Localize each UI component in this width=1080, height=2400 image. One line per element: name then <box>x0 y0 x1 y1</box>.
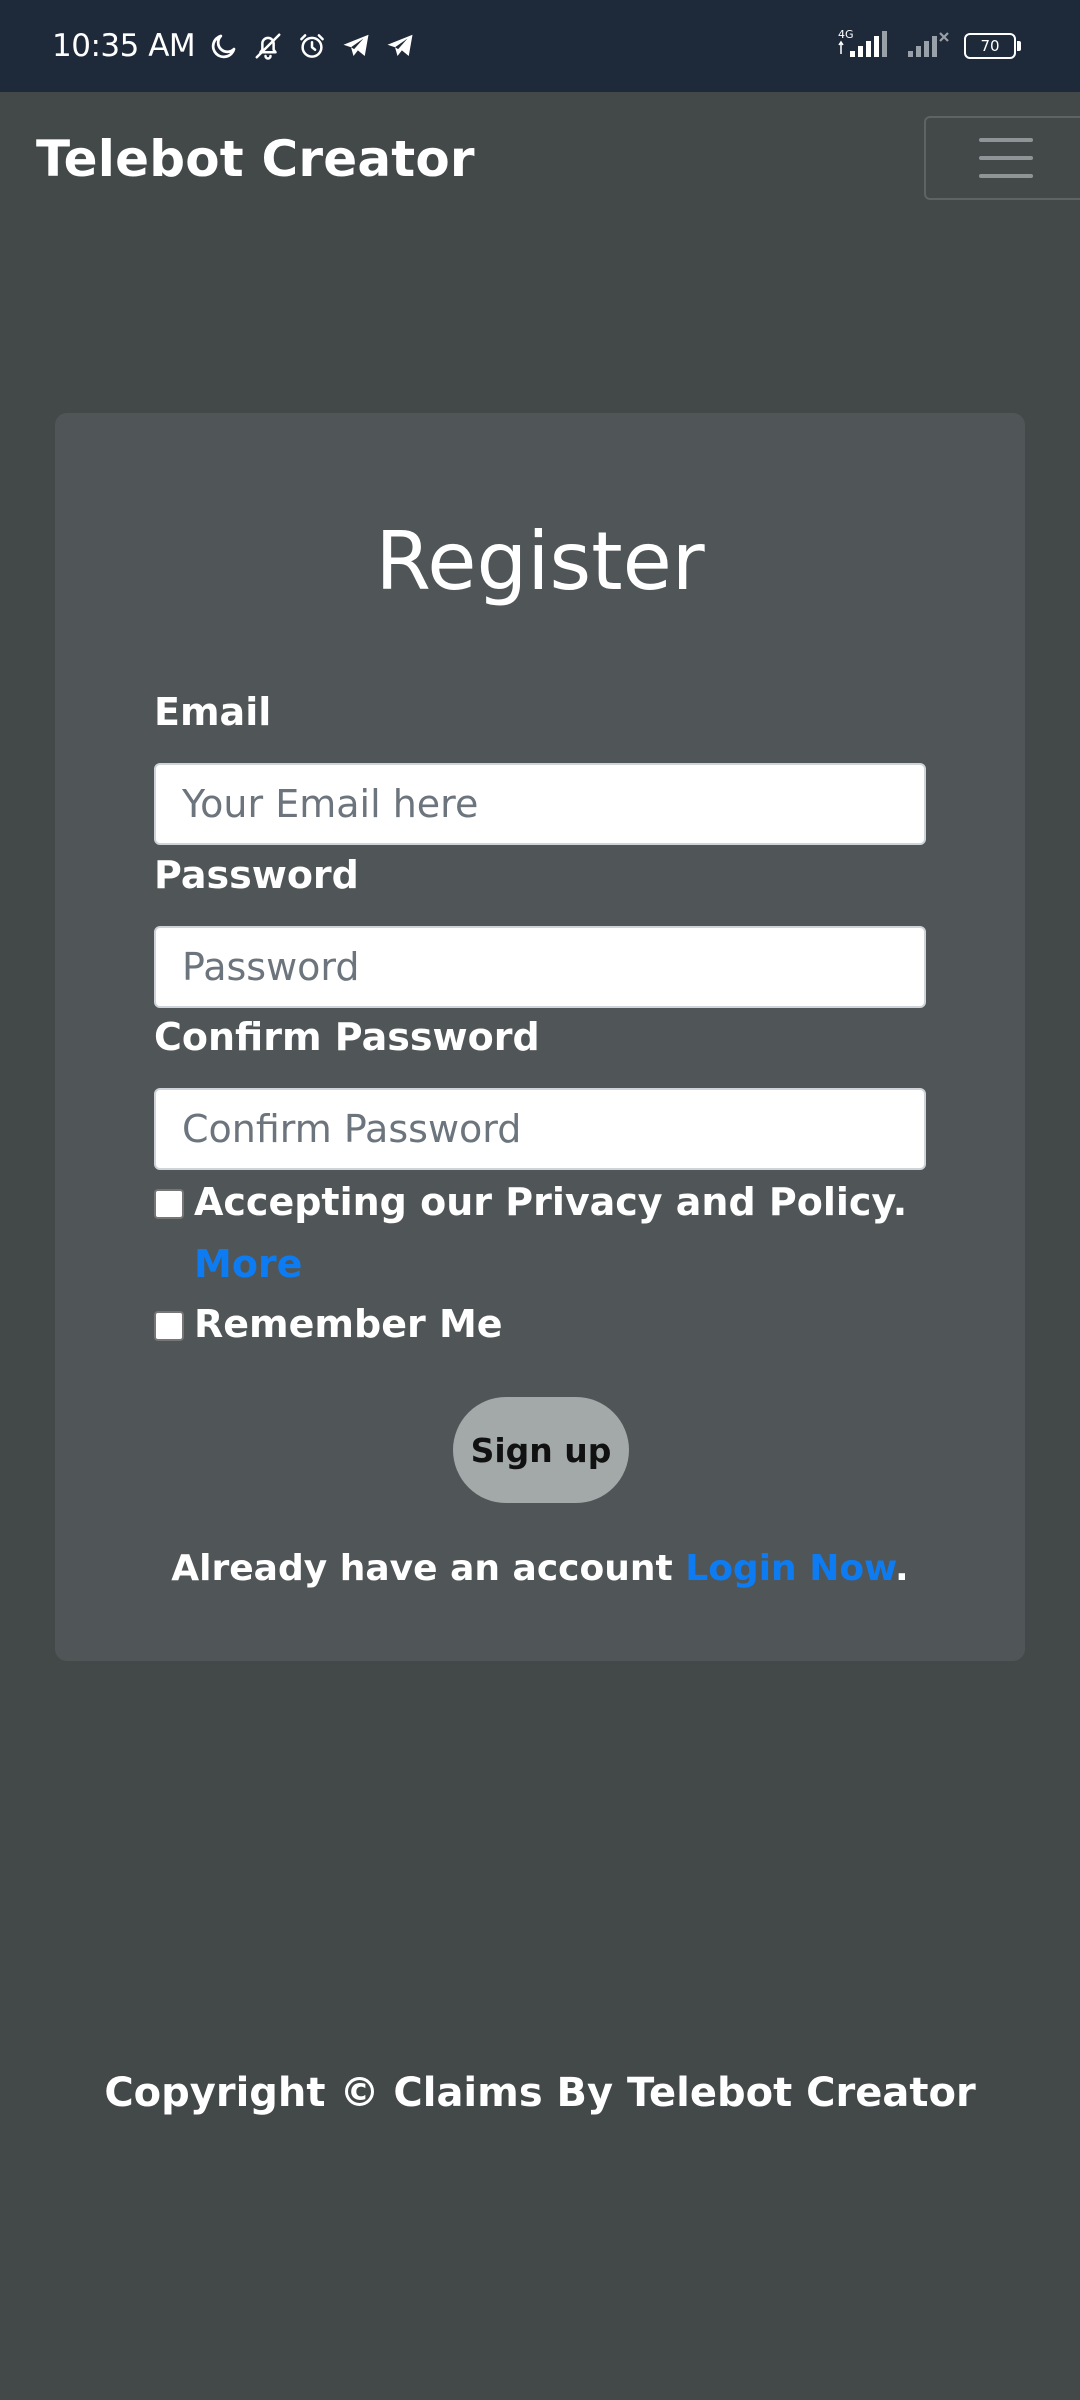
telegram-icon <box>337 27 375 65</box>
password-label: Password <box>154 853 359 897</box>
moon-icon <box>205 27 243 65</box>
battery-icon: 70 <box>964 33 1021 59</box>
telegram-icon <box>381 27 419 65</box>
hamburger-icon-bar <box>979 156 1033 160</box>
bell-off-icon <box>249 27 287 65</box>
alarm-icon <box>293 27 331 65</box>
privacy-text-block: Accepting our Privacy and Policy. More <box>194 1171 907 1295</box>
privacy-row: Accepting our Privacy and Policy. More <box>154 1180 944 1295</box>
remember-text: Remember Me <box>194 1302 503 1346</box>
brand-title[interactable]: Telebot Creator <box>36 130 475 188</box>
signal-4g-icon: 4G <box>836 27 892 65</box>
login-suffix: . <box>895 1548 909 1589</box>
login-prompt-line: Already have an account Login Now. <box>55 1548 1025 1589</box>
privacy-checkbox[interactable] <box>154 1189 184 1219</box>
sign-up-button[interactable]: Sign up <box>453 1397 629 1503</box>
email-field[interactable] <box>154 763 926 845</box>
login-now-link[interactable]: Login Now <box>685 1548 895 1589</box>
navbar: Telebot Creator <box>0 92 1080 228</box>
register-title: Register <box>375 515 705 608</box>
footer-copyright: Copyright © Claims By Telebot Creator <box>104 2070 976 2116</box>
login-prompt-text: Already have an account <box>171 1548 673 1589</box>
menu-toggle-button[interactable] <box>924 116 1080 200</box>
privacy-text: Accepting our Privacy and Policy. <box>194 1180 908 1224</box>
hamburger-icon-bar <box>979 174 1033 178</box>
signal-off-icon <box>906 27 950 65</box>
status-right: 4G 70 <box>836 0 1021 92</box>
password-field[interactable] <box>154 926 926 1008</box>
status-left: 10:35 AM <box>52 0 419 92</box>
confirm-password-label: Confirm Password <box>154 1015 540 1059</box>
status-bar: 10:35 AM 4G 70 <box>0 0 1080 92</box>
hamburger-icon-bar <box>979 138 1033 142</box>
network-label: 4G <box>838 28 854 41</box>
confirm-password-field[interactable] <box>154 1088 926 1170</box>
more-link[interactable]: More <box>194 1242 302 1286</box>
status-time: 10:35 AM <box>52 28 196 64</box>
register-card: Register Email Password Confirm Password… <box>55 413 1025 1661</box>
remember-row: Remember Me <box>154 1302 944 1355</box>
email-label: Email <box>154 690 272 734</box>
remember-checkbox[interactable] <box>154 1311 184 1341</box>
